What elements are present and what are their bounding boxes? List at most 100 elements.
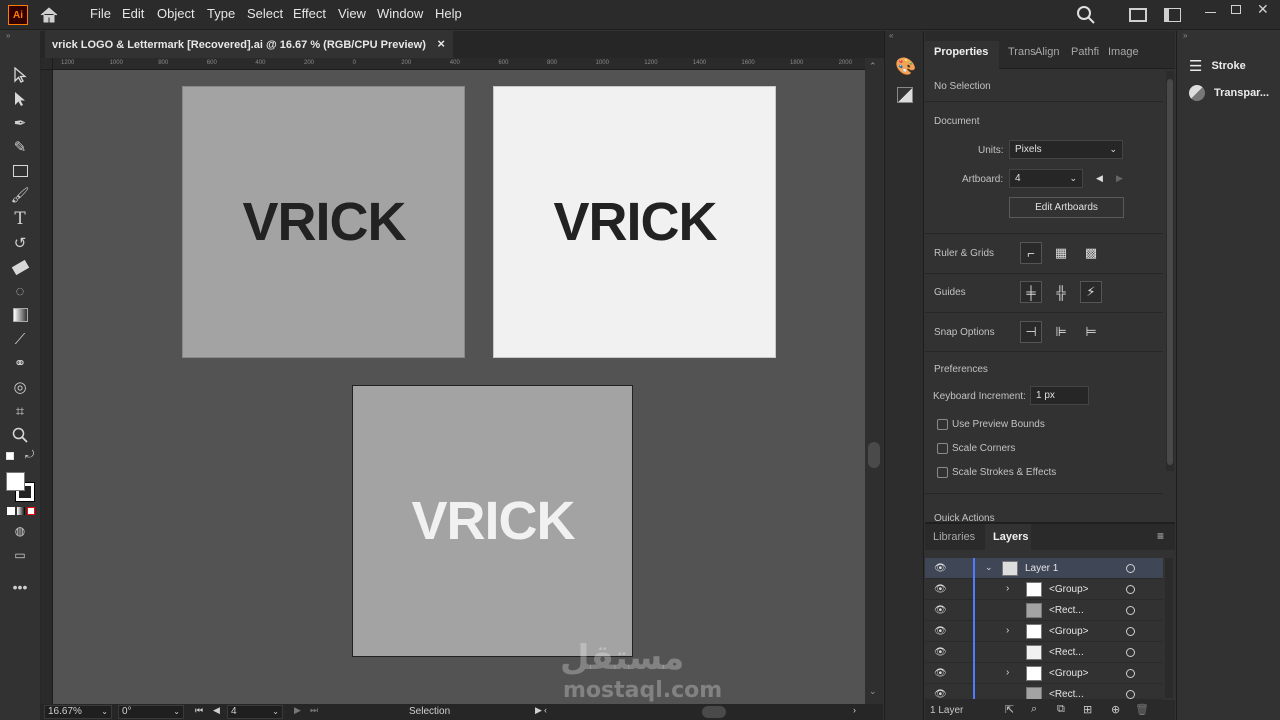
expand-arrow-icon[interactable]: ›	[1006, 625, 1009, 636]
layers-scrollbar[interactable]	[1165, 558, 1173, 698]
artboard-dropdown[interactable]: 4 ⌄	[1009, 169, 1083, 188]
minimize-icon[interactable]	[1205, 12, 1216, 13]
layer-row[interactable]: 👁 ⌄ Layer 1	[925, 558, 1163, 579]
tab-properties[interactable]: Properties	[934, 46, 988, 58]
swap-colors-icon[interactable]: ⤾	[25, 449, 34, 462]
visibility-eye-icon[interactable]: 👁	[934, 689, 947, 699]
tab-pathfinder[interactable]: Pathfi	[1071, 46, 1099, 58]
eyedropper-tool-icon[interactable]: ⟋	[9, 329, 31, 349]
draw-mode-icon[interactable]: ◍	[9, 521, 31, 541]
next-artboard-icon[interactable]: ▶	[1116, 173, 1123, 184]
properties-scrollbar[interactable]	[1166, 71, 1174, 471]
tab-transform[interactable]: Trans	[1008, 46, 1036, 58]
scroll-left-icon[interactable]: ‹	[544, 705, 547, 715]
menu-edit[interactable]: Edit	[122, 6, 144, 21]
panel-collapse-icon[interactable]: »	[6, 31, 10, 40]
artboard-tool-icon[interactable]: ⌗	[9, 401, 31, 421]
smart-guides-icon[interactable]: ⚡	[1080, 281, 1102, 303]
visibility-eye-icon[interactable]: 👁	[934, 668, 947, 679]
rotation-field[interactable]: 0° ⌄	[118, 705, 184, 719]
status-menu-icon[interactable]: ▶	[535, 705, 542, 716]
blend-tool-icon[interactable]: ⚭	[9, 353, 31, 373]
artboard-gray-light-logo[interactable]: VRICK	[352, 385, 633, 657]
keyboard-increment-field[interactable]: 1 px	[1030, 386, 1089, 405]
default-colors-icon[interactable]	[6, 452, 14, 460]
locate-object-icon[interactable]: ⌕	[1031, 703, 1037, 716]
lock-guides-icon[interactable]: ╬	[1050, 281, 1072, 303]
scale-strokes-checkbox[interactable]	[937, 467, 948, 478]
last-artboard-icon[interactable]: ⏭	[310, 705, 318, 716]
paintbrush-tool-icon[interactable]: 🖌	[9, 185, 31, 205]
rotate-tool-icon[interactable]: ↺	[9, 233, 31, 253]
menu-object[interactable]: Object	[157, 6, 195, 21]
artboard-number-field[interactable]: 4 ⌄	[227, 705, 283, 719]
target-icon[interactable]	[1126, 627, 1135, 636]
menu-help[interactable]: Help	[435, 6, 462, 21]
shape-builder-tool-icon[interactable]: ◎	[9, 377, 31, 397]
next-artboard-icon[interactable]: ▶	[294, 705, 301, 716]
units-dropdown[interactable]: Pixels ⌄	[1009, 140, 1123, 159]
direct-selection-tool-icon[interactable]	[9, 89, 31, 109]
expand-arrow-icon[interactable]: ›	[1006, 583, 1009, 594]
color-mode-icons[interactable]	[7, 507, 35, 516]
arrange-documents-icon[interactable]	[1129, 8, 1147, 22]
panel-menu-icon[interactable]: ≡	[1157, 529, 1164, 543]
new-sublayer-icon[interactable]: ⊞	[1083, 703, 1092, 716]
pixel-grid-icon[interactable]: ▩	[1080, 242, 1102, 264]
previous-artboard-icon[interactable]: ◀	[1096, 173, 1103, 184]
horizontal-ruler[interactable]: 1200 1000 800 600 400 200 0 200 400 600 800 1000 120…	[41, 58, 865, 70]
pen-tool-icon[interactable]: ✒	[9, 113, 31, 133]
layer-row[interactable]: 👁 <Rect...	[925, 642, 1163, 663]
curvature-tool-icon[interactable]: ✎	[9, 137, 31, 157]
artboard-gray-dark-logo[interactable]: VRICK	[182, 86, 465, 358]
screen-mode-icon[interactable]: ▭	[9, 545, 31, 565]
scroll-right-icon[interactable]: ›	[853, 705, 856, 715]
export-icon[interactable]: ⇱	[1005, 703, 1014, 716]
clipping-mask-icon[interactable]: ⧉	[1057, 703, 1065, 716]
visibility-eye-icon[interactable]: 👁	[934, 605, 947, 616]
use-preview-bounds-checkbox[interactable]	[937, 419, 948, 430]
menu-window[interactable]: Window	[377, 6, 423, 21]
grid-icon[interactable]: ▦	[1050, 242, 1072, 264]
lasso-tool-icon[interactable]: ◌	[9, 281, 31, 301]
color-guide-icon[interactable]	[897, 87, 913, 103]
scale-corners-checkbox[interactable]	[937, 443, 948, 454]
eraser-tool-icon[interactable]	[9, 257, 31, 277]
snap-to-glyph-icon[interactable]: ⊨	[1080, 321, 1102, 343]
collapse-icon[interactable]: «	[889, 31, 893, 40]
selection-tool-icon[interactable]	[9, 65, 31, 85]
color-palette-icon[interactable]: 🎨	[895, 57, 916, 77]
canvas[interactable]: VRICK VRICK VRICK	[53, 70, 865, 704]
zoom-tool-icon[interactable]	[9, 425, 31, 445]
restore-icon[interactable]	[1231, 5, 1241, 14]
layer-row[interactable]: 👁 <Rect...	[925, 600, 1163, 621]
target-icon[interactable]	[1126, 669, 1135, 678]
visibility-eye-icon[interactable]: 👁	[934, 584, 947, 595]
document-tab[interactable]: vrick LOGO & Lettermark [Recovered].ai @…	[45, 31, 453, 58]
stroke-panel-button[interactable]: ☰ Stroke	[1189, 57, 1246, 75]
menu-file[interactable]: File	[90, 6, 111, 21]
delete-icon[interactable]: 🗑	[1135, 703, 1149, 716]
menu-type[interactable]: Type	[207, 6, 235, 21]
more-tools-icon[interactable]: •••	[9, 577, 31, 597]
rulers-icon[interactable]: ⌐	[1020, 242, 1042, 264]
menu-view[interactable]: View	[338, 6, 366, 21]
target-icon[interactable]	[1126, 648, 1135, 657]
show-guides-icon[interactable]: ╪	[1020, 281, 1042, 303]
expand-arrow-icon[interactable]: ›	[1006, 667, 1009, 678]
target-icon[interactable]	[1126, 606, 1135, 615]
ruler-origin[interactable]	[41, 58, 53, 70]
close-window-icon[interactable]: ✕	[1257, 1, 1269, 18]
zoom-field[interactable]: 16.67% ⌄	[44, 705, 112, 719]
home-icon[interactable]	[39, 5, 59, 25]
tab-layers[interactable]: Layers	[993, 531, 1028, 543]
layer-row[interactable]: 👁 › <Group>	[925, 663, 1163, 684]
snap-to-point-icon[interactable]: ⊣	[1020, 321, 1042, 343]
transparency-panel-button[interactable]: Transpar...	[1189, 85, 1269, 101]
new-layer-icon[interactable]: ⊕	[1111, 703, 1120, 716]
tab-align[interactable]: Align	[1035, 46, 1059, 58]
layer-row[interactable]: 👁 <Rect...	[925, 684, 1163, 700]
canvas-vertical-scrollbar[interactable]: ⌃ ⌄	[865, 58, 883, 704]
snap-to-pixel-icon[interactable]: ⊫	[1050, 321, 1072, 343]
collapse-arrow-icon[interactable]: ⌄	[985, 562, 993, 573]
